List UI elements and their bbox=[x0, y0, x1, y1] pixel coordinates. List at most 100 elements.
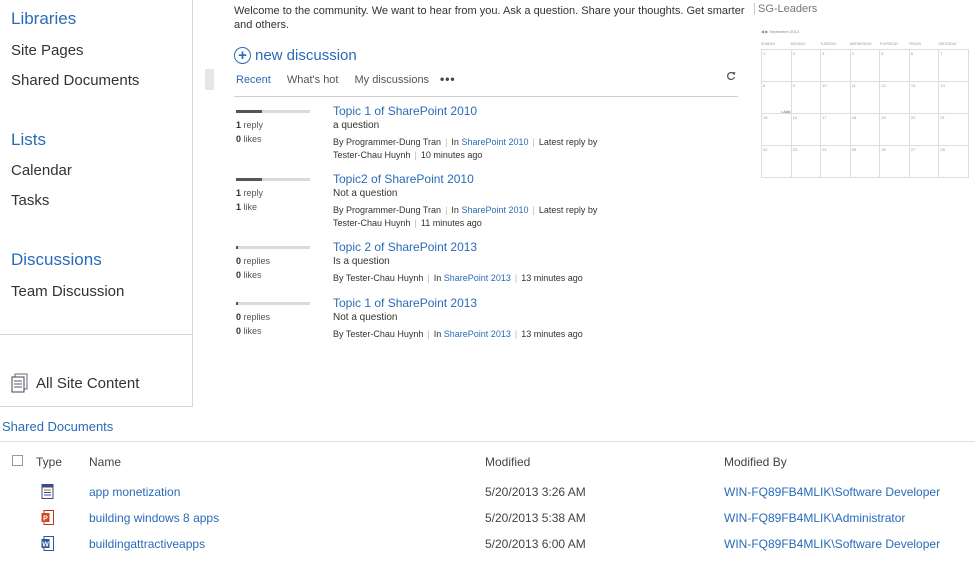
calendar-day-cell[interactable]: 17 bbox=[821, 114, 851, 146]
discussion-meta: By Programmer-Dung Tran | In SharePoint 20… bbox=[333, 137, 598, 160]
timestamp: 13 minutes ago bbox=[521, 329, 583, 339]
powerpoint-icon[interactable]: P bbox=[41, 510, 54, 525]
calendar-day-cell[interactable]: 15 bbox=[762, 114, 792, 146]
calendar-day-cell[interactable]: 13 bbox=[909, 82, 940, 114]
author: Tester-Chau Huynh bbox=[345, 329, 424, 339]
refresh-icon[interactable] bbox=[726, 71, 736, 84]
nav-heading-libraries[interactable]: Libraries bbox=[11, 9, 76, 29]
calendar-day-cell[interactable]: 16 bbox=[791, 114, 822, 146]
nav-item-tasks[interactable]: Tasks bbox=[11, 192, 49, 209]
calendar-day-cell[interactable]: 14 bbox=[939, 82, 969, 114]
calendar-day-cell[interactable]: 27 bbox=[909, 146, 940, 178]
calendar-day-cell[interactable]: 4 bbox=[850, 50, 881, 82]
discussion-title[interactable]: Topic 1 of SharePoint 2010 bbox=[333, 104, 477, 118]
column-header-type[interactable]: Type bbox=[36, 455, 62, 469]
modified-by[interactable]: WIN-FQ89FB4MLIK\Software Developer bbox=[724, 537, 940, 551]
nav-heading-discussions[interactable]: Discussions bbox=[11, 250, 102, 270]
modified-date: 5/20/2013 5:38 AM bbox=[485, 511, 586, 525]
calendar-day-cell[interactable]: 20 bbox=[909, 114, 940, 146]
reply-count: 0 replies bbox=[236, 256, 271, 266]
weekday: TUESDAY bbox=[820, 42, 837, 46]
category-link[interactable]: SharePoint 2010 bbox=[461, 137, 528, 147]
calendar-grid: 1 2 3 4 5 6 7 8 9 10 11 12 13 14 15 16 17 18 19 20 21 22 23 24 2… bbox=[761, 49, 969, 178]
calendar-day-cell[interactable]: 6 bbox=[909, 50, 940, 82]
word-icon[interactable]: W bbox=[41, 536, 54, 551]
document-name[interactable]: building windows 8 apps bbox=[89, 511, 219, 525]
tabs-underline bbox=[234, 96, 738, 97]
calendar-day-cell[interactable]: 12 bbox=[880, 82, 910, 114]
text-document-icon[interactable] bbox=[41, 484, 54, 499]
calendar-day-cell[interactable]: 25 bbox=[850, 146, 881, 178]
like-count: 0 likes bbox=[236, 326, 262, 336]
tab-recent[interactable]: Recent bbox=[236, 74, 271, 86]
timestamp: 13 minutes ago bbox=[521, 273, 583, 283]
discussion-meta: By Tester-Chau Huynh | In SharePoint 2013 |… bbox=[333, 329, 583, 339]
calendar-weekdays: SUNDAY MONDAY TUESDAY WEDNESDAY THURSDAY… bbox=[761, 42, 968, 46]
reply-count: 1 reply bbox=[236, 188, 264, 198]
modified-by[interactable]: WIN-FQ89FB4MLIK\Administrator bbox=[724, 511, 905, 525]
calendar-day-cell[interactable]: 11 bbox=[850, 82, 881, 114]
like-count: 0 likes bbox=[236, 134, 262, 144]
calendar-day-cell[interactable]: 18 bbox=[850, 114, 881, 146]
latest-author: Tester-Chau Huynh bbox=[333, 218, 411, 228]
all-site-content-link[interactable]: All Site Content bbox=[11, 372, 139, 394]
discussion-description: Is a question bbox=[333, 256, 390, 267]
nav-item-shared-documents[interactable]: Shared Documents bbox=[11, 72, 139, 89]
document-name[interactable]: buildingattractiveapps bbox=[89, 537, 205, 551]
new-discussion-button[interactable]: + new discussion bbox=[234, 47, 357, 64]
select-all-checkbox[interactable] bbox=[12, 455, 23, 466]
modified-by[interactable]: WIN-FQ89FB4MLIK\Software Developer bbox=[724, 485, 940, 499]
svg-text:W: W bbox=[42, 542, 49, 549]
category-link[interactable]: SharePoint 2013 bbox=[444, 273, 511, 283]
document-name[interactable]: app monetization bbox=[89, 485, 180, 499]
discussion-description: Not a question bbox=[333, 312, 398, 323]
reply-count: 0 replies bbox=[236, 312, 271, 322]
nav-item-calendar[interactable]: Calendar bbox=[11, 162, 72, 179]
tab-my-discussions[interactable]: My discussions bbox=[354, 74, 429, 86]
calendar-day-cell[interactable]: 5 bbox=[880, 50, 910, 82]
modified-date: 5/20/2013 6:00 AM bbox=[485, 537, 586, 551]
calendar-day-cell[interactable]: 19 bbox=[880, 114, 910, 146]
activity-bar-fill bbox=[236, 246, 239, 249]
calendar-day-cell[interactable]: 23 bbox=[791, 146, 822, 178]
calendar-day-cell[interactable]: 2 bbox=[791, 50, 822, 82]
nav-item-site-pages[interactable]: Site Pages bbox=[11, 42, 84, 59]
new-discussion-label: new discussion bbox=[255, 47, 357, 64]
refresh-glyph bbox=[727, 71, 736, 81]
calendar-day-cell[interactable]: 28 bbox=[939, 146, 969, 178]
sg-leaders-label: SG-Leaders bbox=[754, 3, 817, 15]
documents-divider bbox=[0, 441, 975, 442]
weekday: WEDNESDAY bbox=[849, 42, 872, 46]
calendar-event[interactable]: • Add bbox=[781, 109, 790, 114]
more-options-icon[interactable]: ••• bbox=[440, 72, 456, 86]
nav-heading-lists[interactable]: Lists bbox=[11, 130, 46, 150]
category-link[interactable]: SharePoint 2013 bbox=[444, 329, 511, 339]
calendar-day-cell[interactable]: 9 bbox=[791, 82, 822, 114]
discussion-title[interactable]: Topic2 of SharePoint 2010 bbox=[333, 172, 474, 186]
calendar-month: ◀ ▶ September 2013 bbox=[761, 29, 799, 34]
like-count: 1 like bbox=[236, 202, 258, 212]
activity-bar bbox=[236, 178, 310, 181]
discussion-title[interactable]: Topic 1 of SharePoint 2013 bbox=[333, 296, 477, 310]
calendar-day-cell[interactable]: 24 bbox=[821, 146, 851, 178]
calendar-day-cell[interactable]: 7 bbox=[939, 50, 969, 82]
discussion-tabs: Recent What's hot My discussions bbox=[236, 74, 445, 86]
calendar-thumbnail[interactable]: ◀ ▶ September 2013 SUNDAY MONDAY TUESDAY… bbox=[761, 29, 969, 178]
column-header-modified[interactable]: Modified bbox=[485, 455, 530, 469]
column-header-name[interactable]: Name bbox=[89, 455, 121, 469]
discussion-description: a question bbox=[333, 120, 380, 131]
category-link[interactable]: SharePoint 2010 bbox=[461, 205, 528, 215]
weekday: THURSDAY bbox=[879, 42, 899, 46]
discussion-title[interactable]: Topic 2 of SharePoint 2013 bbox=[333, 240, 477, 254]
nav-item-team-discussion[interactable]: Team Discussion bbox=[11, 283, 124, 300]
tab-whats-hot[interactable]: What's hot bbox=[287, 74, 339, 86]
calendar-day-cell[interactable]: 22 bbox=[762, 146, 792, 178]
calendar-day-cell[interactable]: 3 bbox=[821, 50, 851, 82]
calendar-day-cell[interactable]: 1 bbox=[762, 50, 792, 82]
calendar-day-cell[interactable]: 21 bbox=[939, 114, 969, 146]
reply-count: 1 reply bbox=[236, 120, 264, 130]
column-header-modified-by[interactable]: Modified By bbox=[724, 455, 787, 469]
calendar-day-cell[interactable]: 10 bbox=[821, 82, 851, 114]
calendar-day-cell[interactable]: 26 bbox=[880, 146, 910, 178]
shared-documents-title[interactable]: Shared Documents bbox=[2, 419, 113, 434]
